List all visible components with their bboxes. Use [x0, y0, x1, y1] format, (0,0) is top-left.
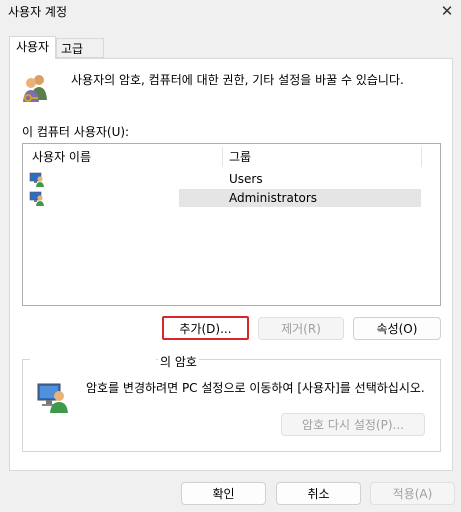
user-computer-icon: [36, 379, 70, 413]
table-row[interactable]: Administrators: [23, 189, 421, 207]
properties-button[interactable]: 속성(O): [353, 317, 441, 340]
computer-name-placeholder: [143, 116, 205, 138]
reset-password-button[interactable]: 암호 다시 설정(P)...: [281, 413, 425, 436]
description-text: 사용자의 암호, 컴퓨터에 대한 권한, 기타 설정을 바꿀 수 있습니다.: [71, 73, 404, 87]
password-group: [22, 359, 441, 452]
users-list-label: 이 컴퓨터 사용자(U):: [22, 125, 130, 139]
tab-advanced[interactable]: 고급: [56, 38, 104, 58]
user-icon: [29, 190, 45, 206]
user-group: Administrators: [229, 191, 318, 205]
column-header-group[interactable]: 그룹: [229, 144, 251, 170]
column-header-username[interactable]: 사용자 이름: [32, 144, 91, 170]
close-button[interactable]: ✕: [436, 0, 458, 22]
header-divider: [421, 147, 422, 167]
password-group-title: 의 암호: [158, 353, 199, 370]
add-button[interactable]: 추가(D)...: [162, 316, 249, 340]
password-description: 암호를 변경하려면 PC 설정으로 이동하여 [사용자]를 선택하십시오.: [86, 381, 425, 395]
remove-button[interactable]: 제거(R): [258, 317, 344, 340]
tab-users[interactable]: 사용자: [9, 36, 56, 59]
header-divider: [222, 147, 223, 167]
cancel-button[interactable]: 취소: [276, 482, 361, 505]
users-group-icon: [22, 72, 48, 104]
user-name-placeholder: [30, 349, 156, 369]
window-title: 사용자 계정: [8, 5, 68, 19]
ok-button[interactable]: 확인: [181, 482, 266, 505]
user-group: Users: [229, 172, 263, 186]
apply-button[interactable]: 적용(A): [370, 482, 455, 505]
users-list[interactable]: 사용자 이름 그룹 Users Administrators: [22, 143, 441, 306]
table-row[interactable]: Users: [23, 170, 421, 188]
user-icon: [29, 171, 45, 187]
close-icon: ✕: [440, 2, 454, 20]
